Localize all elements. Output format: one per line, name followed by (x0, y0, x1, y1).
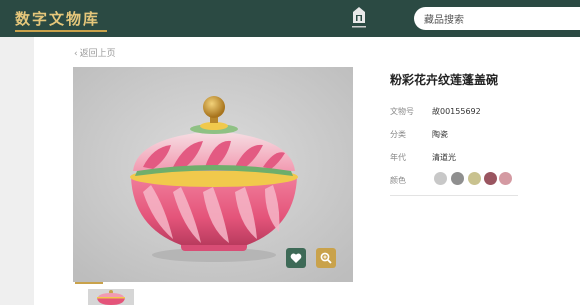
artifact-title: 粉彩花卉纹莲蓬盖碗 (390, 73, 499, 87)
field-value-category: 陶瓷 (432, 130, 448, 139)
brand-underline (15, 30, 107, 32)
field-value-id: 故00155692 (432, 107, 481, 116)
site-brand[interactable]: 数字文物库 (15, 8, 100, 29)
chevron-left-icon: ‹ (74, 49, 78, 59)
back-label: 返回上页 (79, 49, 116, 59)
thumbnail-active-indicator (75, 282, 103, 284)
search-placeholder: 藏品搜索 (424, 15, 464, 26)
color-swatch[interactable] (434, 172, 447, 185)
color-swatch[interactable] (468, 172, 481, 185)
search-input[interactable]: 藏品搜索 (414, 7, 580, 30)
color-swatch[interactable] (499, 172, 512, 185)
field-label-id: 文物号 (390, 107, 414, 116)
back-link[interactable]: ‹ 返回上页 (74, 46, 116, 59)
artifact-image[interactable] (73, 67, 353, 282)
color-swatch[interactable] (451, 172, 464, 185)
museum-logo-icon[interactable] (350, 6, 368, 32)
field-value-period: 清道光 (432, 153, 456, 162)
field-label-category: 分类 (390, 130, 406, 139)
field-label-color: 颜色 (390, 176, 406, 185)
thumbnail-image[interactable] (88, 289, 134, 305)
zoom-in-icon (320, 252, 332, 264)
color-swatch[interactable] (484, 172, 497, 185)
field-label-period: 年代 (390, 153, 406, 162)
top-bar: 数字文物库 藏品搜索 (0, 0, 580, 37)
lidded-bowl-illustration (73, 67, 353, 282)
zoom-button[interactable] (316, 248, 336, 268)
left-margin-strip (0, 37, 34, 305)
heart-icon (290, 253, 302, 263)
thumbnail-bowl (88, 289, 134, 305)
details-divider (390, 195, 518, 196)
favorite-button[interactable] (286, 248, 306, 268)
